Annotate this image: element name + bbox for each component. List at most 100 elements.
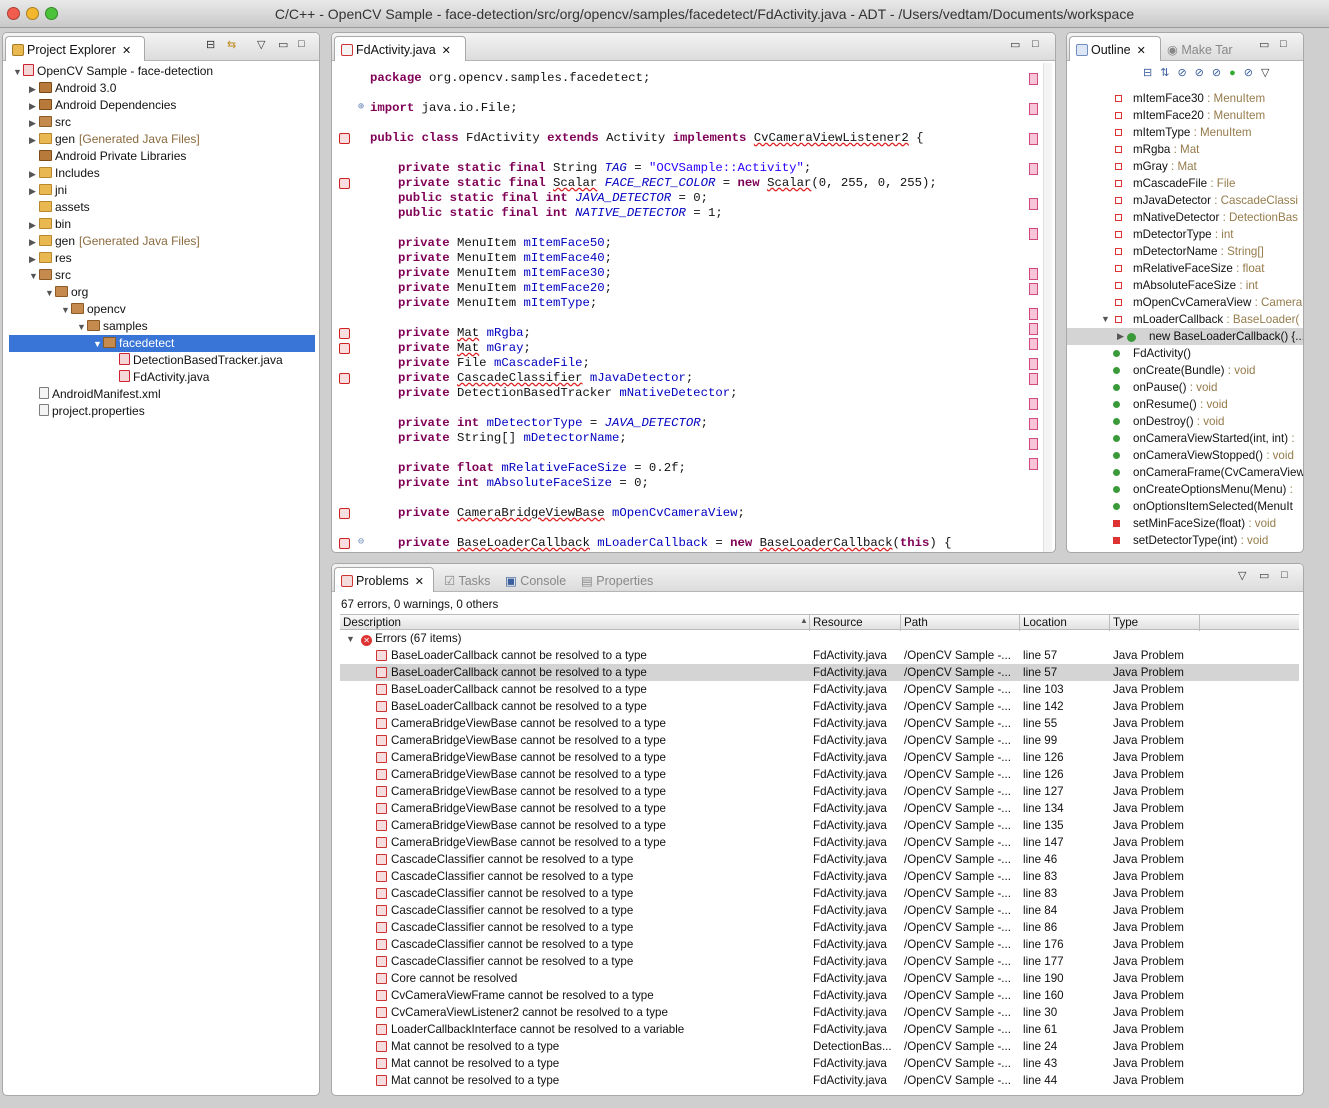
view-menu-icon[interactable]: ▽	[1238, 569, 1246, 582]
column-path[interactable]: Path	[901, 615, 1020, 631]
problem-row[interactable]: Core cannot be resolved FdActivity.java/O…	[340, 970, 1299, 987]
overview-error-marker[interactable]	[1029, 163, 1038, 175]
outline-item[interactable]: mNativeDetector : DetectionBas	[1067, 209, 1303, 226]
outline-item[interactable]: mRgba : Mat	[1067, 141, 1303, 158]
fold-toggle-icon[interactable]: ⊖	[358, 536, 364, 548]
overview-error-marker[interactable]	[1029, 438, 1038, 450]
tree-item-project-root[interactable]: ▼ OpenCV Sample - face-detection	[13, 63, 213, 80]
tab-project-explorer[interactable]: Project Explorer ✕	[5, 36, 145, 61]
problem-row[interactable]: CvCameraViewFrame cannot be resolved to …	[340, 987, 1299, 1004]
tree-item-src-folder-2[interactable]: ▼ src	[29, 267, 71, 284]
maximize-icon[interactable]: □	[1281, 569, 1288, 581]
column-description[interactable]: Description	[340, 615, 810, 631]
outline-item[interactable]: mOpenCvCameraView : Camera	[1067, 294, 1303, 311]
problem-row[interactable]: CascadeClassifier cannot be resolved to …	[340, 953, 1299, 970]
error-marker-icon[interactable]	[339, 508, 350, 519]
outline-item[interactable]: FdActivity()	[1067, 345, 1303, 362]
tree-item-jni-folder[interactable]: ▶ jni	[29, 182, 67, 199]
overview-error-marker[interactable]	[1029, 103, 1038, 115]
expand-triangle-icon[interactable]: ▶	[29, 251, 39, 268]
maximize-icon[interactable]: □	[1280, 38, 1287, 50]
problem-row[interactable]: CameraBridgeViewBase cannot be resolved …	[340, 800, 1299, 817]
problem-row[interactable]: CameraBridgeViewBase cannot be resolved …	[340, 834, 1299, 851]
tree-item-samples-package[interactable]: ▼ samples	[77, 318, 148, 335]
tree-item-opencv-package[interactable]: ▼ opencv	[61, 301, 126, 318]
expand-triangle-icon[interactable]: ▼	[77, 319, 87, 336]
problem-row[interactable]: LoaderCallbackInterface cannot be resolv…	[340, 1021, 1299, 1038]
expand-triangle-icon[interactable]: ▼	[45, 285, 55, 302]
close-icon[interactable]: ✕	[122, 45, 131, 57]
outline-item[interactable]: setDetectorType(int) : void	[1067, 532, 1303, 549]
outline-item[interactable]: onOptionsItemSelected(MenuIt	[1067, 498, 1303, 515]
outline-item[interactable]: ▼ mLoaderCallback : BaseLoader(	[1067, 311, 1303, 328]
outline-item[interactable]: onDestroy() : void	[1067, 413, 1303, 430]
overview-error-marker[interactable]	[1029, 268, 1038, 280]
problem-row[interactable]: Mat cannot be resolved to a type Detectio…	[340, 1038, 1299, 1055]
tab-outline[interactable]: Outline ✕	[1069, 36, 1161, 61]
tab-make-target[interactable]: ◉ Make Tar	[1167, 42, 1233, 57]
hide-static-icon[interactable]: ⊘	[1195, 67, 1212, 79]
minimize-window-button[interactable]	[26, 7, 39, 20]
outline-item[interactable]: mDetectorName : String[]	[1067, 243, 1303, 260]
maximize-icon[interactable]: □	[298, 38, 305, 50]
problem-row[interactable]: CascadeClassifier cannot be resolved to …	[340, 851, 1299, 868]
overview-error-marker[interactable]	[1029, 73, 1038, 85]
column-type[interactable]: Type	[1110, 615, 1200, 631]
expand-triangle-icon[interactable]: ▼	[346, 634, 355, 644]
tree-item-android-dependencies[interactable]: ▶ Android Dependencies	[29, 97, 176, 114]
column-location[interactable]: Location	[1020, 615, 1110, 631]
expand-triangle-icon[interactable]: ▶	[29, 132, 39, 149]
outline-item[interactable]: mRelativeFaceSize : float	[1067, 260, 1303, 277]
problem-row[interactable]: CameraBridgeViewBase cannot be resolved …	[340, 749, 1299, 766]
tree-item-res-folder[interactable]: ▶ res	[29, 250, 72, 267]
outline-item[interactable]: mAbsoluteFaceSize : int	[1067, 277, 1303, 294]
link-icon[interactable]: ⊘	[1244, 67, 1261, 79]
problem-row[interactable]: Mat cannot be resolved to a type FdActivi…	[340, 1055, 1299, 1072]
collapse-all-icon[interactable]: ⊟	[206, 38, 215, 51]
maximize-icon[interactable]: □	[1032, 38, 1039, 50]
tab-console[interactable]: ▣ Console	[505, 573, 566, 588]
tree-item-gen-folder-2[interactable]: ▶ gen [Generated Java Files]	[29, 233, 200, 250]
vertical-scrollbar[interactable]	[1043, 63, 1052, 552]
view-menu-icon[interactable]: ▽	[257, 38, 265, 51]
minimize-icon[interactable]: ▭	[1010, 38, 1020, 51]
overview-error-marker[interactable]	[1029, 358, 1038, 370]
minimize-icon[interactable]: ▭	[1259, 38, 1269, 51]
error-marker-icon[interactable]	[339, 178, 350, 189]
hide-fields-icon[interactable]: ⊘	[1177, 67, 1194, 79]
expand-triangle-icon[interactable]: ▼	[61, 302, 71, 319]
tab-fdactivity-java[interactable]: FdActivity.java ✕	[334, 36, 466, 61]
tree-item-assets-folder[interactable]: assets	[29, 199, 90, 216]
tab-problems[interactable]: Problems ✕	[334, 567, 434, 592]
problem-row[interactable]: BaseLoaderCallback cannot be resolved to…	[340, 647, 1299, 664]
overview-error-marker[interactable]	[1029, 133, 1038, 145]
outline-item[interactable]: mItemFace30 : MenuItem	[1067, 90, 1303, 107]
expand-triangle-icon[interactable]: ▶	[29, 98, 39, 115]
hide-local-types-icon[interactable]: ●	[1229, 67, 1244, 79]
close-icon[interactable]: ✕	[1137, 45, 1146, 57]
problem-row[interactable]: CameraBridgeViewBase cannot be resolved …	[340, 732, 1299, 749]
outline-item[interactable]: mDetectorType : int	[1067, 226, 1303, 243]
expand-triangle-icon[interactable]: ▶	[1117, 328, 1124, 345]
problem-row[interactable]: CascadeClassifier cannot be resolved to …	[340, 902, 1299, 919]
code-editor[interactable]: package org.opencv.samples.facedetect; im…	[332, 63, 1055, 552]
problem-row[interactable]: CascadeClassifier cannot be resolved to …	[340, 868, 1299, 885]
error-marker-icon[interactable]	[339, 373, 350, 384]
tab-tasks[interactable]: ☑ Tasks	[444, 573, 490, 588]
problem-row[interactable]: CascadeClassifier cannot be resolved to …	[340, 885, 1299, 902]
outline-item[interactable]: onResume() : void	[1067, 396, 1303, 413]
outline-item[interactable]: onCameraViewStopped() : void	[1067, 447, 1303, 464]
tree-item-android-3-0[interactable]: ▶ Android 3.0	[29, 80, 116, 97]
minimize-icon[interactable]: ▭	[1259, 569, 1269, 582]
view-menu-icon[interactable]: ▽	[1261, 67, 1277, 79]
sort-icon[interactable]: ⇅	[1160, 67, 1177, 79]
problem-row[interactable]: CameraBridgeViewBase cannot be resolved …	[340, 715, 1299, 732]
problem-row[interactable]: CascadeClassifier cannot be resolved to …	[340, 919, 1299, 936]
error-marker-icon[interactable]	[339, 328, 350, 339]
hide-nonpublic-icon[interactable]: ⊘	[1212, 67, 1229, 79]
expand-triangle-icon[interactable]: ▼	[29, 268, 39, 285]
link-with-editor-icon[interactable]: ⇆	[227, 38, 236, 51]
errors-group-row[interactable]: ▼ ✕ Errors (67 items)	[340, 630, 1299, 647]
outline-item[interactable]: setMinFaceSize(float) : void	[1067, 515, 1303, 532]
problem-row[interactable]: CameraBridgeViewBase cannot be resolved …	[340, 783, 1299, 800]
